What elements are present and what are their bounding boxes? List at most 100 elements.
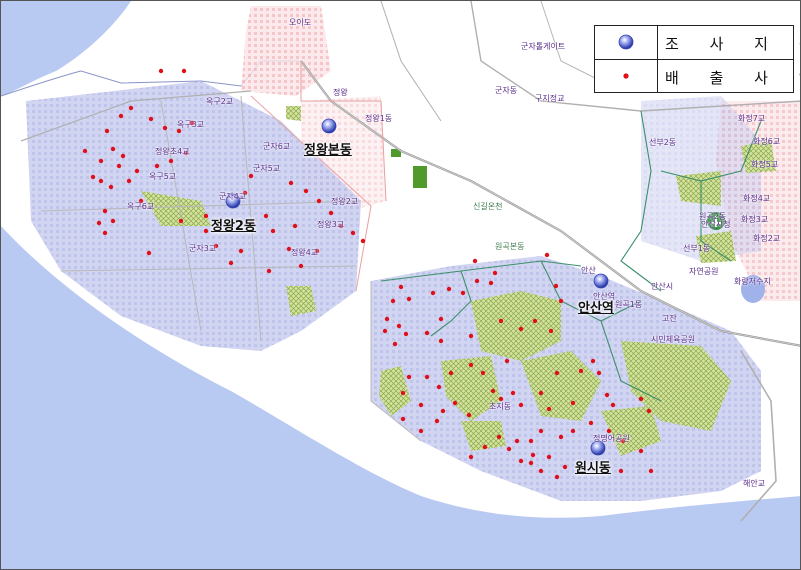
emission-business-dot[interactable] bbox=[434, 418, 440, 424]
emission-business-dot[interactable] bbox=[248, 173, 254, 179]
emission-business-dot[interactable] bbox=[578, 368, 584, 374]
emission-business-dot[interactable] bbox=[490, 388, 496, 394]
emission-business-dot[interactable] bbox=[554, 370, 560, 376]
emission-business-dot[interactable] bbox=[588, 420, 594, 426]
emission-business-dot[interactable] bbox=[406, 296, 412, 302]
emission-business-dot[interactable] bbox=[292, 223, 298, 229]
emission-business-dot[interactable] bbox=[480, 370, 486, 376]
site-label-wonsi[interactable]: 원시동 bbox=[575, 457, 611, 476]
emission-business-dot[interactable] bbox=[440, 408, 446, 414]
emission-business-dot[interactable] bbox=[498, 318, 504, 324]
emission-business-dot[interactable] bbox=[460, 290, 466, 296]
emission-business-dot[interactable] bbox=[134, 168, 140, 174]
emission-business-dot[interactable] bbox=[288, 180, 294, 186]
emission-business-dot[interactable] bbox=[538, 468, 544, 474]
emission-business-dot[interactable] bbox=[530, 452, 536, 458]
emission-business-dot[interactable] bbox=[168, 158, 174, 164]
emission-business-dot[interactable] bbox=[238, 248, 244, 254]
emission-business-dot[interactable] bbox=[492, 270, 498, 276]
emission-business-dot[interactable] bbox=[538, 390, 544, 396]
emission-business-dot[interactable] bbox=[504, 358, 510, 364]
map-canvas[interactable]: 오이도 옥구2교 옥구3교 정왕초4교 옥구5교 옥구6교 군자6교 군자5교 군자4교 군자3교… bbox=[0, 0, 801, 570]
emission-business-dot[interactable] bbox=[488, 280, 494, 286]
emission-business-dot[interactable] bbox=[396, 323, 402, 329]
emission-business-dot[interactable] bbox=[228, 260, 234, 266]
emission-business-dot[interactable] bbox=[558, 298, 564, 304]
emission-business-dot[interactable] bbox=[468, 333, 474, 339]
emission-business-dot[interactable] bbox=[570, 428, 576, 434]
emission-business-dot[interactable] bbox=[424, 330, 430, 336]
emission-business-dot[interactable] bbox=[514, 438, 520, 444]
emission-business-dot[interactable] bbox=[110, 218, 116, 224]
emission-business-dot[interactable] bbox=[116, 163, 122, 169]
emission-business-dot[interactable] bbox=[392, 341, 398, 347]
emission-business-dot[interactable] bbox=[430, 290, 436, 296]
emission-business-dot[interactable] bbox=[638, 448, 644, 454]
emission-business-dot[interactable] bbox=[398, 284, 404, 290]
emission-business-dot[interactable] bbox=[562, 464, 568, 470]
emission-business-dot[interactable] bbox=[102, 230, 108, 236]
emission-business-dot[interactable] bbox=[298, 263, 304, 269]
emission-business-dot[interactable] bbox=[203, 228, 209, 234]
emission-business-dot[interactable] bbox=[554, 474, 560, 480]
emission-business-dot[interactable] bbox=[538, 428, 544, 434]
emission-business-dot[interactable] bbox=[418, 428, 424, 434]
emission-business-dot[interactable] bbox=[126, 178, 132, 184]
survey-site-marker-ansan-station[interactable] bbox=[593, 273, 609, 289]
emission-business-dot[interactable] bbox=[448, 370, 454, 376]
emission-business-dot[interactable] bbox=[98, 178, 104, 184]
emission-business-dot[interactable] bbox=[418, 402, 424, 408]
emission-business-dot[interactable] bbox=[390, 298, 396, 304]
emission-business-dot[interactable] bbox=[604, 392, 610, 398]
emission-business-dot[interactable] bbox=[496, 434, 502, 440]
emission-business-dot[interactable] bbox=[102, 208, 108, 214]
emission-business-dot[interactable] bbox=[510, 390, 516, 396]
emission-business-dot[interactable] bbox=[528, 460, 534, 466]
emission-business-dot[interactable] bbox=[472, 258, 478, 264]
emission-business-dot[interactable] bbox=[590, 358, 596, 364]
emission-business-dot[interactable] bbox=[303, 188, 309, 194]
emission-business-dot[interactable] bbox=[98, 158, 104, 164]
emission-business-dot[interactable] bbox=[82, 148, 88, 154]
emission-business-dot[interactable] bbox=[570, 400, 576, 406]
emission-business-dot[interactable] bbox=[596, 370, 602, 376]
emission-business-dot[interactable] bbox=[350, 230, 356, 236]
emission-business-dot[interactable] bbox=[90, 174, 96, 180]
emission-business-dot[interactable] bbox=[384, 316, 390, 322]
emission-business-dot[interactable] bbox=[108, 184, 114, 190]
emission-business-dot[interactable] bbox=[158, 68, 164, 74]
emission-business-dot[interactable] bbox=[638, 396, 644, 402]
emission-business-dot[interactable] bbox=[446, 286, 452, 292]
emission-business-dot[interactable] bbox=[181, 68, 187, 74]
emission-business-dot[interactable] bbox=[646, 408, 652, 414]
emission-business-dot[interactable] bbox=[120, 153, 126, 159]
emission-business-dot[interactable] bbox=[406, 374, 412, 380]
emission-business-dot[interactable] bbox=[558, 434, 564, 440]
emission-business-dot[interactable] bbox=[154, 163, 160, 169]
site-label-jeongwangbon[interactable]: 정왕본동 bbox=[304, 139, 352, 158]
emission-business-dot[interactable] bbox=[466, 412, 472, 418]
emission-business-dot[interactable] bbox=[518, 402, 524, 408]
emission-business-dot[interactable] bbox=[544, 252, 550, 258]
emission-business-dot[interactable] bbox=[548, 328, 554, 334]
emission-business-dot[interactable] bbox=[400, 390, 406, 396]
emission-business-dot[interactable] bbox=[438, 338, 444, 344]
emission-business-dot[interactable] bbox=[382, 328, 388, 334]
emission-business-dot[interactable] bbox=[148, 116, 154, 122]
emission-business-dot[interactable] bbox=[482, 444, 488, 450]
emission-business-dot[interactable] bbox=[546, 406, 552, 412]
emission-business-dot[interactable] bbox=[316, 198, 322, 204]
emission-business-dot[interactable] bbox=[96, 220, 102, 226]
emission-business-dot[interactable] bbox=[553, 283, 559, 289]
emission-business-dot[interactable] bbox=[648, 468, 654, 474]
emission-business-dot[interactable] bbox=[128, 105, 134, 111]
emission-business-dot[interactable] bbox=[468, 454, 474, 460]
emission-business-dot[interactable] bbox=[266, 268, 272, 274]
emission-business-dot[interactable] bbox=[518, 326, 524, 332]
emission-business-dot[interactable] bbox=[162, 125, 168, 131]
emission-business-dot[interactable] bbox=[403, 331, 409, 337]
emission-business-dot[interactable] bbox=[178, 218, 184, 224]
emission-business-dot[interactable] bbox=[532, 318, 538, 324]
survey-site-marker-jeongwangbon[interactable] bbox=[321, 118, 337, 134]
emission-business-dot[interactable] bbox=[610, 402, 616, 408]
